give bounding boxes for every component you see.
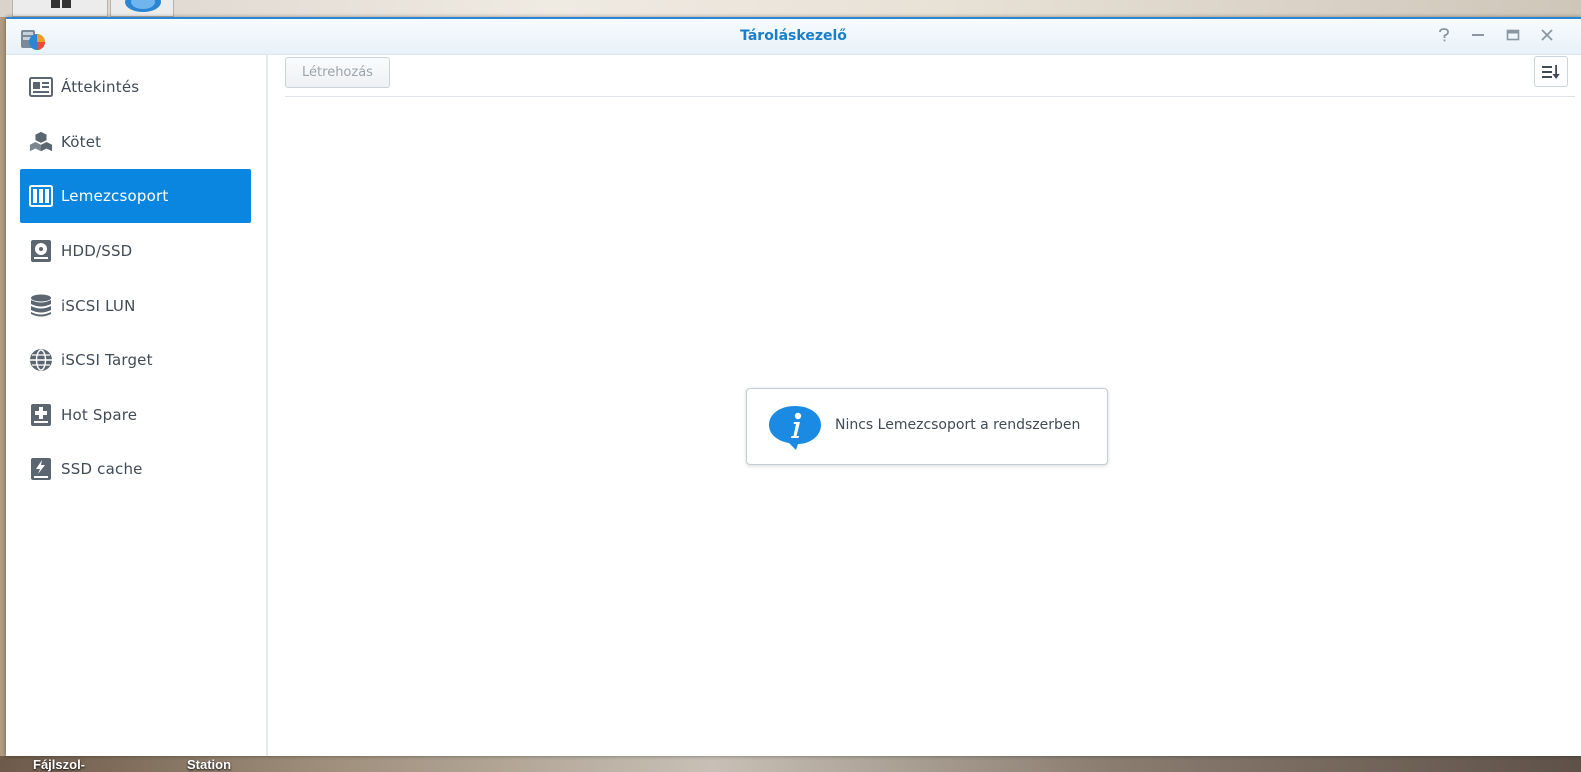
- close-icon[interactable]: [1536, 27, 1558, 47]
- ssd-cache-bolt-icon: [29, 457, 53, 481]
- titlebar[interactable]: Tároláskezelő: [6, 19, 1581, 55]
- taskbar-tab-main-menu[interactable]: [12, 0, 108, 17]
- volume-cubes-icon: [29, 130, 53, 154]
- sidebar: Áttekintés Kötet Lemezcsoport HDD/SSD iS…: [6, 55, 268, 756]
- window-title: Tároláskezelő: [740, 28, 847, 44]
- desktop-icon-label[interactable]: Station: [187, 757, 231, 772]
- sidebar-item-label: iSCSI Target: [61, 351, 153, 369]
- toolbar-divider: [285, 96, 1575, 97]
- disk-group-icon: [29, 184, 53, 208]
- sidebar-item-volume[interactable]: Kötet: [20, 115, 251, 169]
- database-icon: [29, 294, 53, 318]
- grid-icon: [51, 0, 71, 8]
- sidebar-item-iscsi-target[interactable]: iSCSI Target: [20, 333, 251, 387]
- hot-spare-plus-icon: [29, 403, 53, 427]
- taskbar-tab-storage-manager[interactable]: [110, 0, 174, 17]
- sidebar-item-label: iSCSI LUN: [61, 297, 136, 315]
- empty-state-text: Nincs Lemezcsoport a rendszerben: [835, 417, 1081, 433]
- sidebar-item-label: Hot Spare: [61, 406, 138, 424]
- minimize-icon[interactable]: [1467, 27, 1489, 47]
- sidebar-item-hot-spare[interactable]: Hot Spare: [20, 388, 251, 442]
- sidebar-item-label: SSD cache: [61, 460, 143, 478]
- desktop-icon-label[interactable]: Fájlszol-: [33, 757, 85, 772]
- help-icon[interactable]: [1433, 27, 1455, 47]
- overview-card-icon: [29, 75, 53, 99]
- info-icon: [769, 406, 821, 450]
- app-icon-small: [125, 0, 161, 12]
- sidebar-item-label: Áttekintés: [61, 78, 140, 96]
- sidebar-item-label: HDD/SSD: [61, 242, 133, 260]
- storage-manager-window: Tároláskezelő Áttekintés Kötet Lemezcsop…: [6, 17, 1581, 756]
- sidebar-item-label: Lemezcsoport: [61, 187, 169, 205]
- hdd-icon: [29, 239, 53, 263]
- globe-icon: [29, 348, 53, 372]
- sort-icon: [1542, 64, 1560, 79]
- sidebar-item-hdd-ssd[interactable]: HDD/SSD: [20, 224, 251, 278]
- sidebar-item-overview[interactable]: Áttekintés: [20, 60, 251, 114]
- sidebar-item-disk-group[interactable]: Lemezcsoport: [20, 169, 251, 223]
- sort-button[interactable]: [1534, 56, 1568, 87]
- desktop-top-strip: [0, 0, 1581, 17]
- empty-state-message: Nincs Lemezcsoport a rendszerben: [746, 388, 1108, 465]
- desktop-bottom-strip: [0, 756, 1581, 772]
- maximize-icon[interactable]: [1502, 27, 1524, 47]
- sidebar-item-iscsi-lun[interactable]: iSCSI LUN: [20, 279, 251, 333]
- create-button[interactable]: Létrehozás: [285, 57, 390, 88]
- sidebar-item-ssd-cache[interactable]: SSD cache: [20, 442, 251, 496]
- sidebar-item-label: Kötet: [61, 133, 102, 151]
